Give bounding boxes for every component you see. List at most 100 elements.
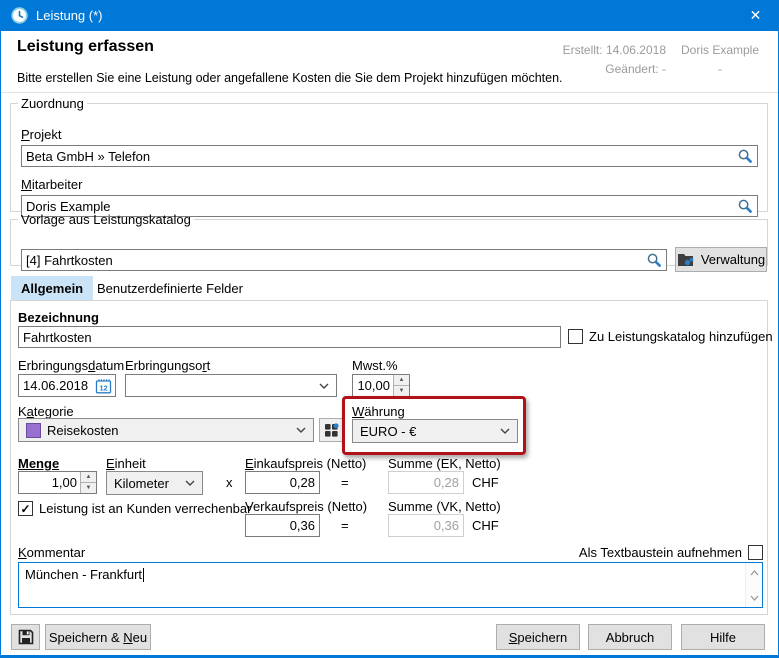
verwaltung-button[interactable]: Verwaltung (675, 247, 767, 272)
kategorie-value: Reisekosten (47, 423, 290, 438)
projekt-field[interactable] (21, 145, 758, 167)
spin-up-icon[interactable]: ▲ (394, 375, 409, 385)
spin-up-icon[interactable]: ▲ (81, 472, 96, 482)
kategorie-combo[interactable]: Reisekosten (18, 418, 314, 442)
chevron-down-icon (185, 480, 195, 486)
einkaufspreis-input[interactable] (246, 472, 319, 493)
projekt-input[interactable] (22, 146, 733, 166)
menge-input[interactable] (19, 472, 80, 493)
scroll-up-icon[interactable] (746, 565, 762, 580)
menge-spinner[interactable]: ▲ ▼ (18, 471, 97, 494)
tab-benutzerdefinierte-felder[interactable]: Benutzerdefinierte Felder (87, 276, 253, 300)
created-name: Doris Example (674, 43, 766, 57)
menge-label: Menge (18, 456, 59, 471)
waehrung-combo[interactable]: EURO - € (352, 419, 518, 443)
hilfe-button[interactable]: Hilfe (681, 624, 765, 650)
kommentar-scrollbar[interactable] (745, 563, 762, 607)
kommentar-field[interactable]: München - Frankfurt (18, 562, 763, 608)
modified-name: - (674, 62, 766, 76)
catalog-folder-icon (677, 252, 695, 267)
erbringungsort-label: Erbringungsort (125, 358, 210, 373)
projekt-label: Projekt (21, 127, 61, 142)
summe-ek-field (388, 471, 464, 494)
mwst-input[interactable] (353, 375, 393, 396)
mwst-spin-buttons: ▲ ▼ (393, 375, 409, 396)
speichern-neu-button[interactable]: Speichern & Neu (45, 624, 151, 650)
speichern-button[interactable]: Speichern (496, 624, 580, 650)
mwst-spinner[interactable]: ▲ ▼ (352, 374, 410, 397)
window-title: Leistung (*) (36, 8, 102, 23)
zuordnung-legend: Zuordnung (18, 96, 87, 111)
vorlage-field[interactable] (21, 249, 667, 271)
tab-benutzerdefinierte-felder-label: Benutzerdefinierte Felder (97, 281, 243, 296)
hilfe-label: Hilfe (710, 630, 736, 645)
verrechenbar-checkbox[interactable]: ✓ (18, 501, 33, 516)
mitarbeiter-label: Mitarbeiter (21, 177, 82, 192)
summe-ek-value (389, 472, 463, 493)
vorlage-input[interactable] (22, 250, 642, 270)
textbaustein-label: Als Textbaustein aufnehmen (579, 545, 742, 560)
vorlage-group: Vorlage aus Leistungskatalog Verwaltung (10, 212, 768, 266)
chevron-down-icon (296, 427, 306, 433)
verkaufspreis-label: Verkaufspreis (Netto) (245, 499, 367, 514)
textbaustein-checkbox[interactable] (748, 545, 763, 560)
dialog-window: Leistung (*) ✕ Leistung erfassen Erstell… (0, 0, 779, 658)
zu-katalog-checkbox[interactable] (568, 329, 583, 344)
page-title: Leistung erfassen (17, 38, 154, 56)
zu-katalog-row: Zu Leistungskatalog hinzufügen (568, 329, 773, 344)
spin-down-icon[interactable]: ▼ (81, 482, 96, 493)
verkaufspreis-field[interactable] (245, 514, 320, 537)
einheit-combo[interactable]: Kilometer (106, 471, 203, 495)
close-button[interactable]: ✕ (733, 0, 778, 31)
vorlage-legend: Vorlage aus Leistungskatalog (18, 212, 194, 227)
menge-spin-buttons: ▲ ▼ (80, 472, 96, 493)
created-label: Erstellt: (563, 43, 603, 57)
einkaufspreis-field[interactable] (245, 471, 320, 494)
kommentar-text[interactable]: München - Frankfurt (19, 563, 745, 607)
kommentar-value: München - Frankfurt (25, 567, 142, 582)
kategorie-verwaltung-button[interactable] (319, 418, 343, 442)
app-clock-icon (11, 7, 28, 24)
currency-ek-label: CHF (472, 475, 499, 490)
floppy-disk-icon (18, 629, 34, 645)
verrechenbar-row: ✓ Leistung ist an Kunden verrechenbar (18, 501, 251, 516)
created-date: 14.06.2018 (606, 43, 666, 57)
kategorie-color-swatch (26, 423, 41, 438)
erbringungsdatum-label: Erbringungsdatum (18, 358, 124, 373)
svg-text:12: 12 (99, 383, 107, 392)
verkaufspreis-input[interactable] (246, 515, 319, 536)
speichern-label: Speichern (509, 630, 568, 645)
kommentar-label: Kommentar (18, 545, 85, 560)
projekt-search-icon[interactable] (733, 148, 757, 164)
erbringungsdatum-input[interactable] (19, 375, 92, 396)
erbringungsdatum-field[interactable]: 12 (18, 374, 116, 397)
scroll-down-icon[interactable] (746, 590, 762, 605)
mwst-label: Mwst.% (352, 358, 398, 373)
chevron-down-icon (319, 383, 329, 389)
spin-down-icon[interactable]: ▼ (394, 385, 409, 396)
summe-vk-label: Summe (VK, Netto) (388, 499, 501, 514)
header-divider (1, 92, 778, 93)
summe-ek-label: Summe (EK, Netto) (388, 456, 501, 471)
currency-vk-label: CHF (472, 518, 499, 533)
abbruch-button[interactable]: Abbruch (588, 624, 672, 650)
page-subtitle: Bitte erstellen Sie eine Leistung oder a… (17, 71, 563, 85)
vorlage-search-icon[interactable] (642, 252, 666, 268)
titlebar[interactable]: Leistung (*) ✕ (1, 0, 778, 31)
einheit-label: Einheit (106, 456, 146, 471)
save-icon-button[interactable] (11, 624, 40, 650)
modified-line: Geändert: - (563, 62, 666, 76)
chevron-down-icon (500, 428, 510, 434)
speichern-neu-label: Speichern & Neu (49, 630, 147, 645)
bezeichnung-input[interactable] (19, 327, 560, 347)
erbringungsort-combo[interactable] (125, 374, 337, 397)
waehrung-label: Währung (352, 404, 405, 419)
tab-allgemein[interactable]: Allgemein (11, 276, 93, 300)
modified-label: Geändert: (605, 62, 658, 76)
times-sign: x (226, 475, 233, 490)
bezeichnung-field[interactable] (18, 326, 561, 348)
record-meta: Erstellt: 14.06.2018 Doris Example Geänd… (563, 43, 766, 76)
tab-allgemein-label: Allgemein (21, 281, 83, 296)
calendar-icon[interactable]: 12 (92, 378, 115, 394)
kategorie-label: Kategorie (18, 404, 74, 419)
